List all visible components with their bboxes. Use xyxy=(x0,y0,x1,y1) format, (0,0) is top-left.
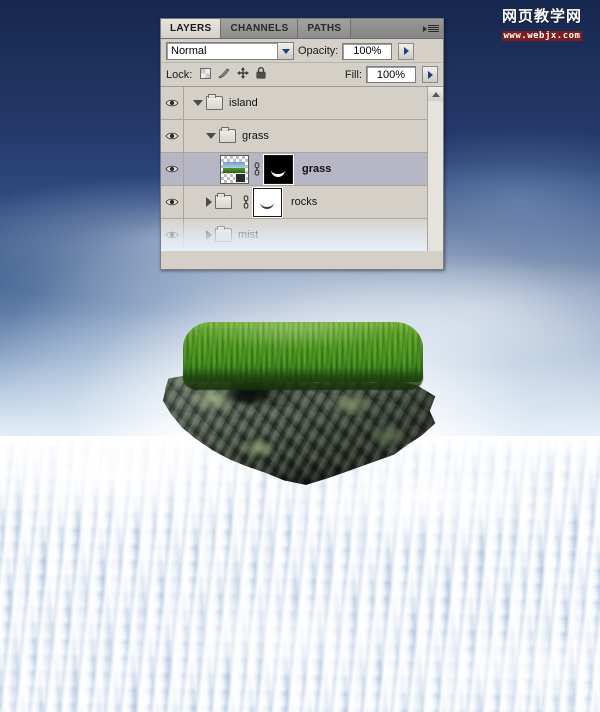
layers-panel[interactable]: LAYERS CHANNELS PATHS Normal Opacity: 10… xyxy=(160,18,444,270)
hamburger-icon xyxy=(428,25,439,32)
layer-thumbnail-grass[interactable] xyxy=(220,154,249,184)
layer-mask-thumbnail-rocks[interactable] xyxy=(253,187,282,217)
lock-transparent-pixels-icon[interactable] xyxy=(200,67,212,82)
fill-slider-arrow-icon[interactable] xyxy=(422,66,438,83)
tab-layers-label: LAYERS xyxy=(170,23,212,34)
layer-row-rocks[interactable]: rocks xyxy=(161,186,443,219)
layer-name-grass-group: grass xyxy=(242,130,269,142)
watermark: 网页教学网 www.webjx.com xyxy=(490,7,594,43)
blend-mode-select[interactable]: Normal xyxy=(166,42,294,60)
tab-layers[interactable]: LAYERS xyxy=(161,19,222,38)
expand-triangle-icon[interactable] xyxy=(206,133,216,139)
fill-label: Fill: xyxy=(344,68,362,81)
folder-icon xyxy=(215,226,232,242)
layer-name-rocks: rocks xyxy=(291,196,318,208)
visibility-toggle-grass-group[interactable] xyxy=(161,120,184,152)
eye-icon xyxy=(165,99,179,107)
island-rock-base xyxy=(163,375,436,485)
layer-name-grass: grass xyxy=(302,163,332,175)
lock-image-pixels-icon[interactable] xyxy=(218,68,230,82)
blend-mode-value: Normal xyxy=(171,45,207,57)
layer-row-grass-group[interactable]: grass xyxy=(161,120,443,153)
lock-all-icon[interactable] xyxy=(256,67,266,82)
expand-triangle-icon[interactable] xyxy=(206,197,212,207)
folder-icon xyxy=(215,193,232,209)
fill-value: 100% xyxy=(376,68,406,81)
lock-label: Lock: xyxy=(166,68,193,81)
lock-row: Lock: Fill: 100% xyxy=(161,63,443,87)
eye-icon xyxy=(165,231,179,239)
layer-list[interactable]: island grass grass rocks mist xyxy=(161,87,443,251)
opacity-value: 100% xyxy=(353,45,382,57)
fill-input[interactable]: 100% xyxy=(366,66,416,83)
scrollbar-track[interactable] xyxy=(428,101,443,251)
tab-paths[interactable]: PATHS xyxy=(298,19,352,38)
opacity-input[interactable]: 100% xyxy=(342,42,393,60)
layer-row-mist[interactable]: mist xyxy=(161,219,443,251)
panel-menu-icon[interactable] xyxy=(419,22,439,35)
tab-channels-label: CHANNELS xyxy=(230,23,289,34)
eye-icon xyxy=(165,198,179,206)
tab-paths-label: PATHS xyxy=(307,23,342,34)
mask-link-icon[interactable] xyxy=(241,194,250,210)
opacity-label: Opacity: xyxy=(298,45,339,57)
layer-name-island: island xyxy=(229,97,258,109)
lock-position-icon[interactable] xyxy=(237,67,250,82)
scroll-up-icon[interactable] xyxy=(428,87,443,102)
watermark-title: 网页教学网 xyxy=(501,7,582,25)
floating-island xyxy=(163,322,438,487)
expand-triangle-icon[interactable] xyxy=(206,230,212,240)
blend-mode-row: Normal Opacity: 100% xyxy=(161,39,443,63)
panel-tab-bar: LAYERS CHANNELS PATHS xyxy=(161,19,443,39)
folder-icon xyxy=(219,127,236,143)
island-grass-edge-shadow xyxy=(183,368,423,390)
visibility-toggle-grass[interactable] xyxy=(161,153,184,185)
layer-list-scrollbar[interactable] xyxy=(427,87,443,251)
layer-row-grass[interactable]: grass xyxy=(161,153,443,186)
eye-icon xyxy=(165,132,179,140)
expand-triangle-icon[interactable] xyxy=(193,100,203,106)
chevron-down-icon[interactable] xyxy=(277,43,293,59)
folder-icon xyxy=(206,94,223,110)
layer-row-island[interactable]: island xyxy=(161,87,443,120)
visibility-toggle-mist[interactable] xyxy=(161,219,184,251)
layer-mask-thumbnail-grass[interactable] xyxy=(264,154,293,184)
visibility-toggle-island[interactable] xyxy=(161,87,184,119)
layer-name-mist: mist xyxy=(238,229,259,241)
visibility-toggle-rocks[interactable] xyxy=(161,186,184,218)
triangle-icon xyxy=(423,25,427,32)
tab-channels[interactable]: CHANNELS xyxy=(221,19,299,38)
eye-icon xyxy=(165,165,179,173)
mask-link-icon[interactable] xyxy=(252,161,261,177)
opacity-slider-arrow-icon[interactable] xyxy=(398,42,415,60)
watermark-url: www.webjx.com xyxy=(501,30,583,41)
